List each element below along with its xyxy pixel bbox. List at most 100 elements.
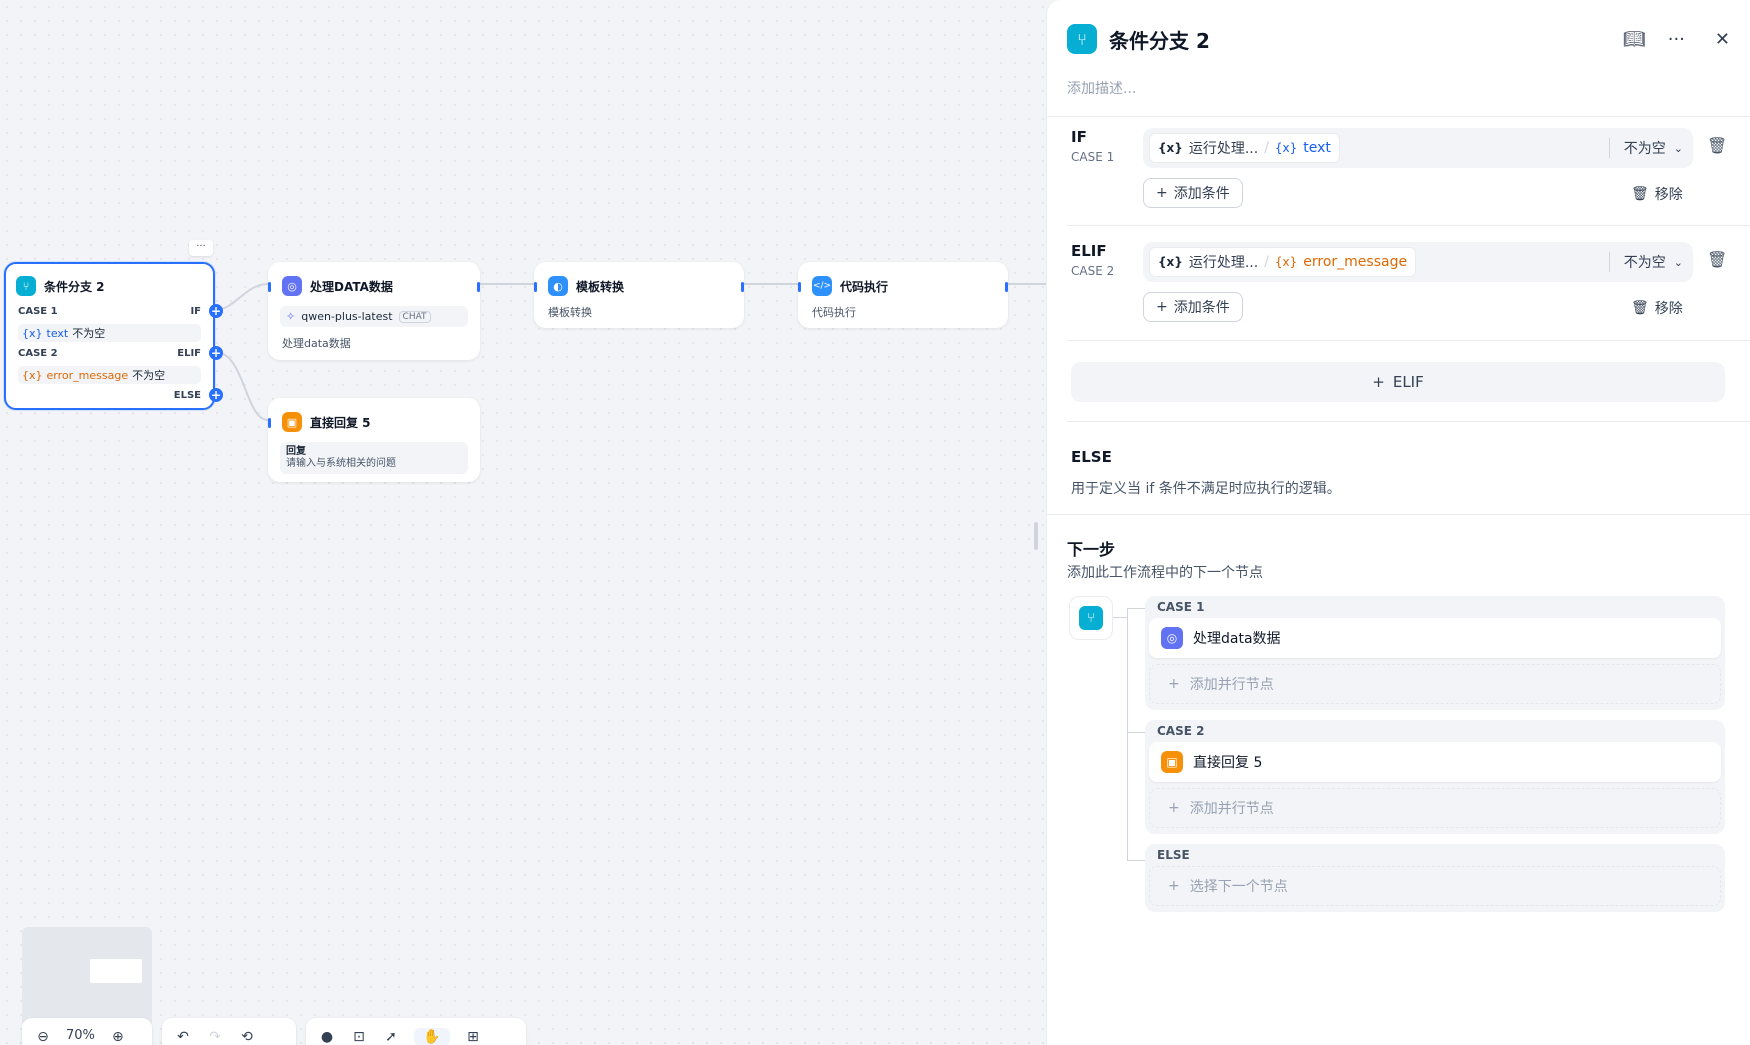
- divider: [1067, 421, 1750, 422]
- branch-icon: ⑂: [16, 276, 36, 296]
- add-parallel-node-button[interactable]: + 添加并行节点: [1149, 788, 1721, 828]
- condition-op: 不为空: [132, 369, 166, 382]
- output-handle[interactable]: [1005, 282, 1008, 292]
- pointer-icon[interactable]: ➚: [382, 1028, 400, 1045]
- else-output-handle[interactable]: +: [209, 388, 223, 402]
- operator-select[interactable]: 不为空 ⌄: [1608, 252, 1683, 272]
- history-icon[interactable]: ⟲: [238, 1028, 256, 1045]
- layout-icon[interactable]: ⊞: [464, 1028, 482, 1045]
- elif-condition[interactable]: {x} 运行处理... / {x} error_message 不为空 ⌄: [1143, 242, 1693, 282]
- add-elif-button[interactable]: + ELIF: [1071, 362, 1725, 402]
- separator: /: [1264, 140, 1269, 156]
- panel-header: ⑂ 条件分支 2 📖︎ ··· ✕: [1067, 24, 1730, 54]
- condition-variable[interactable]: {x} 运行处理... / {x} text: [1149, 133, 1340, 163]
- answer-node[interactable]: ▣ 直接回复 5 回复 请输入与系统相关的问题: [268, 398, 480, 482]
- note-icon[interactable]: ⊡: [350, 1028, 368, 1045]
- add-parallel-node-button[interactable]: + 添加并行节点: [1149, 664, 1721, 704]
- case1-row: CASE 1 IF: [18, 306, 201, 317]
- if-condition[interactable]: {x} 运行处理... / {x} text 不为空 ⌄: [1143, 128, 1693, 168]
- input-handle[interactable]: [268, 282, 271, 292]
- docs-book-icon[interactable]: 📖︎: [1623, 29, 1646, 50]
- if-else-node[interactable]: ⑂ 条件分支 2 CASE 1 IF {x} text 不为空 CASE 2 E…: [4, 262, 223, 410]
- select-next-label: 选择下一个节点: [1189, 879, 1288, 895]
- zoom-level[interactable]: 70%: [66, 1028, 95, 1043]
- add-parallel-label: 添加并行节点: [1189, 801, 1274, 817]
- select-next-node-button[interactable]: + 选择下一个节点: [1149, 866, 1721, 906]
- node-title: 直接回复 5: [310, 415, 371, 430]
- description-input[interactable]: 添加描述...: [1067, 78, 1136, 98]
- input-handle[interactable]: [268, 418, 271, 428]
- minimap[interactable]: [22, 927, 152, 1027]
- delete-condition-trash-icon[interactable]: 🗑︎: [1707, 136, 1727, 155]
- next-node-llm[interactable]: ◎ 处理data数据: [1149, 618, 1721, 658]
- else-label: ELSE: [173, 390, 201, 401]
- trash-icon: 🗑︎: [1631, 186, 1649, 202]
- model-row: ✧ qwen-plus-latest CHAT: [280, 306, 468, 327]
- llm-icon: ◎: [282, 276, 302, 296]
- node-title: 模板转换: [576, 279, 625, 294]
- node-header: </> 代码执行: [800, 264, 1006, 302]
- chevron-down-icon: ⌄: [1673, 141, 1683, 155]
- case2-row: CASE 2 ELIF: [18, 348, 201, 359]
- panel-resize-handle[interactable]: [1034, 522, 1038, 550]
- redo-icon[interactable]: ↷: [206, 1028, 224, 1045]
- next-case2-group: CASE 2 ▣ 直接回复 5 + 添加并行节点: [1145, 720, 1725, 834]
- delete-condition-trash-icon[interactable]: 🗑︎: [1707, 250, 1727, 269]
- add-condition-label: 添加条件: [1173, 300, 1230, 316]
- zoom-out-icon[interactable]: ⊖: [34, 1028, 52, 1045]
- divider: [1047, 514, 1750, 515]
- separator: /: [1264, 254, 1269, 270]
- add-condition-button[interactable]: + 添加条件: [1143, 292, 1243, 322]
- code-node[interactable]: </> 代码执行 代码执行: [798, 262, 1008, 328]
- history-toolbar: ↶ ↷ ⟲: [162, 1018, 296, 1045]
- next-node-title: 处理data数据: [1193, 631, 1281, 647]
- branch-icon: ⑂: [1079, 606, 1103, 630]
- variable-name: text: [1303, 140, 1331, 156]
- hand-icon[interactable]: ✋: [414, 1028, 450, 1045]
- variable-icon: {x}: [1158, 255, 1183, 269]
- more-icon[interactable]: ···: [1668, 29, 1685, 50]
- edge-if-to-llm: [214, 283, 269, 311]
- tree-connector: [1127, 608, 1145, 609]
- add-node-icon[interactable]: ●: [318, 1028, 336, 1045]
- zoom-in-icon[interactable]: ⊕: [109, 1028, 127, 1045]
- output-handle[interactable]: [741, 282, 744, 292]
- undo-icon[interactable]: ↶: [174, 1028, 192, 1045]
- minimap-viewport: [90, 959, 142, 983]
- input-handle[interactable]: [534, 282, 537, 292]
- else-title: ELSE: [1071, 448, 1112, 466]
- model-name: qwen-plus-latest: [301, 310, 393, 323]
- remove-case-button[interactable]: 🗑︎ 移除: [1631, 298, 1683, 318]
- next-step-title: 下一步: [1067, 540, 1116, 559]
- panel-title[interactable]: 条件分支 2: [1109, 25, 1210, 54]
- node-title: 条件分支 2: [44, 279, 105, 294]
- output-handle[interactable]: [477, 282, 480, 292]
- add-elif-label: ELIF: [1392, 373, 1424, 391]
- case-label: CASE 2: [1157, 724, 1205, 738]
- elif-output-handle[interactable]: +: [209, 346, 223, 360]
- node-description: 处理data数据: [282, 337, 351, 350]
- template-icon: ◐: [548, 276, 568, 296]
- remove-label: 移除: [1654, 187, 1683, 203]
- tree-connector: [1113, 617, 1127, 618]
- answer-icon: ▣: [282, 412, 302, 432]
- template-node[interactable]: ◐ 模板转换 模板转换: [534, 262, 744, 328]
- add-condition-button[interactable]: + 添加条件: [1143, 178, 1243, 208]
- input-handle[interactable]: [798, 282, 801, 292]
- next-node-answer[interactable]: ▣ 直接回复 5: [1149, 742, 1721, 782]
- variable-icon: {x}: [22, 368, 43, 382]
- elif-label: ELIF: [177, 348, 201, 359]
- llm-node[interactable]: ◎ 处理DATA数据 ✧ qwen-plus-latest CHAT 处理dat…: [268, 262, 480, 360]
- close-icon[interactable]: ✕: [1715, 29, 1730, 50]
- remove-case-button[interactable]: 🗑︎ 移除: [1631, 184, 1683, 204]
- workflow-canvas[interactable]: ⑂ 条件分支 2 CASE 1 IF {x} text 不为空 CASE 2 E…: [0, 0, 1050, 1045]
- condition-variable[interactable]: {x} 运行处理... / {x} error_message: [1149, 247, 1417, 277]
- divider: [1067, 340, 1750, 341]
- operator-select[interactable]: 不为空 ⌄: [1608, 138, 1683, 158]
- if-output-handle[interactable]: +: [209, 304, 223, 318]
- divider: [1047, 116, 1750, 117]
- variable-icon: {x}: [1274, 141, 1298, 155]
- model-provider-icon: ✧: [286, 310, 296, 323]
- edge-elif-to-answer: [214, 351, 269, 421]
- more-icon[interactable]: ···: [189, 240, 213, 256]
